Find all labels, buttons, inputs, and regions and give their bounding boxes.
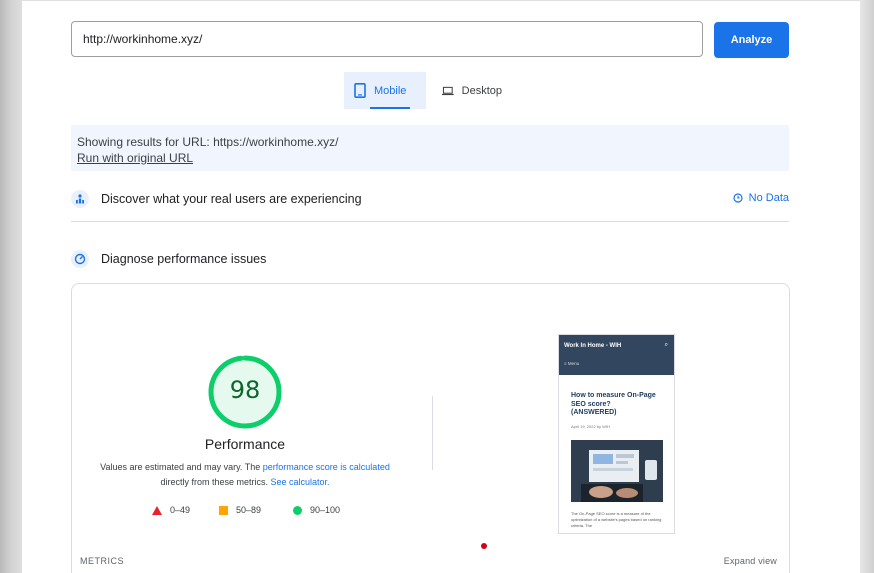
tab-desktop-label: Desktop (461, 84, 502, 97)
no-data-status: No Data (733, 192, 789, 204)
diagnose-section: Diagnose performance issues (71, 247, 789, 271)
performance-title: Performance (204, 436, 286, 452)
no-data-label: No Data (748, 192, 789, 204)
pagespeed-page: http://workinhome.xyz/ Analyze Mobile De… (22, 0, 860, 573)
tab-mobile[interactable]: Mobile (344, 72, 426, 109)
users-icon (71, 190, 89, 208)
diagnose-label: Diagnose performance issues (101, 252, 267, 266)
preview-site-name: Work In Home - WIH (564, 343, 622, 349)
run-original-url-link[interactable]: Run with original URL (77, 150, 783, 166)
preview-article-title: How to measure On-Page SEO score? (ANSWE… (571, 392, 656, 416)
clock-icon (733, 193, 743, 203)
section-divider (71, 221, 789, 222)
triangle-icon (152, 505, 162, 515)
real-users-label: Discover what your real users are experi… (101, 192, 362, 206)
analyze-button[interactable]: Analyze (714, 22, 789, 58)
legend-average: 50–89 (219, 505, 261, 515)
square-icon (219, 505, 228, 515)
preview-article-excerpt: The On-Page SEO score is a measure of th… (571, 511, 662, 528)
tab-mobile-label: Mobile (374, 84, 407, 97)
url-info-box: Showing results for URL: https://workinh… (71, 125, 789, 171)
circle-icon (293, 505, 302, 515)
red-dot-marker (481, 543, 487, 549)
laptop-icon (442, 86, 454, 95)
vertical-separator (432, 396, 433, 470)
preview-article-meta: April 19, 2022 by WIH (571, 424, 610, 429)
showing-url: https://workinhome.xyz/ (213, 135, 339, 149)
preview-search-icon: ⌕ (664, 342, 668, 348)
preview-menu: ≡ Menu (564, 361, 580, 366)
performance-score: 98 (229, 376, 261, 404)
preview-article-image (571, 440, 663, 502)
smartphone-icon (354, 83, 366, 98)
expand-view-button[interactable]: Expand view (724, 556, 777, 566)
tab-desktop[interactable]: Desktop (432, 72, 512, 109)
metrics-label: METRICS (80, 556, 124, 566)
performance-card: 98 Performance Values are estimated and … (71, 283, 790, 573)
legend-pass: 90–100 (293, 505, 340, 515)
preview-header: Work In Home - WIH ⌕ ≡ Menu (559, 335, 674, 375)
score-calculated-link[interactable]: performance score is calculated (263, 462, 390, 472)
see-calculator-link[interactable]: See calculator. (270, 477, 329, 487)
page-screenshot-preview: Work In Home - WIH ⌕ ≡ Menu How to measu… (558, 334, 675, 534)
legend-fail: 0–49 (152, 505, 190, 515)
performance-description: Values are estimated and may vary. The p… (100, 462, 390, 487)
score-legend: 0–49 50–89 90–100 (152, 505, 352, 517)
real-users-section[interactable]: Discover what your real users are experi… (71, 187, 789, 211)
gauge-icon (71, 250, 89, 268)
url-input[interactable]: http://workinhome.xyz/ (71, 21, 703, 57)
showing-results-text: Showing results for URL: https://workinh… (77, 135, 339, 149)
